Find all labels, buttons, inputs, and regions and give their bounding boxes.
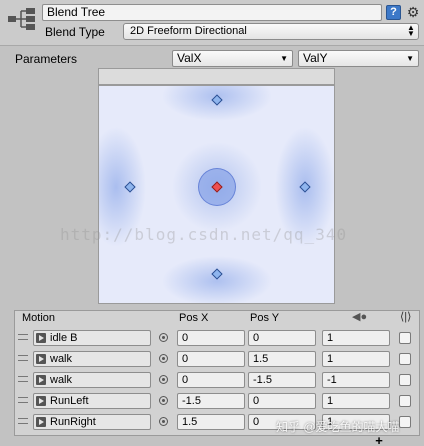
blend-space-graph[interactable] [98, 85, 335, 304]
parameters-label: Parameters [15, 52, 78, 66]
blend-tree-icon [8, 8, 35, 30]
pos-x-column-header: Pos X [179, 312, 209, 324]
drag-handle-icon[interactable] [18, 397, 28, 403]
motion-row: RunLeft -1.5 0 1 [15, 391, 419, 411]
time-scale-field[interactable]: 1 [322, 351, 390, 367]
pos-y-column-header: Pos Y [250, 312, 280, 324]
motion-node-run-right[interactable] [299, 181, 311, 193]
motion-column-header: Motion [22, 312, 56, 324]
y-parameter-value: ValY [303, 51, 328, 65]
time-scale-field[interactable]: -1 [322, 372, 390, 388]
motion-node-walk-forward[interactable] [211, 94, 223, 106]
time-scale-icon[interactable]: ◀● [352, 311, 367, 323]
mirror-checkbox[interactable] [399, 395, 411, 407]
blend-tree-name-field[interactable]: Blend Tree [42, 4, 382, 21]
pos-y-field[interactable]: 0 [248, 414, 316, 430]
pos-x-field[interactable]: 0 [177, 351, 245, 367]
mirror-checkbox[interactable] [399, 332, 411, 344]
gear-icon[interactable]: ⚙ [404, 3, 422, 21]
pos-y-field[interactable]: 1.5 [248, 351, 316, 367]
object-picker-icon[interactable] [159, 417, 168, 426]
object-picker-icon[interactable] [159, 354, 168, 363]
animation-clip-icon [36, 417, 46, 427]
drag-handle-icon[interactable] [18, 334, 28, 340]
motion-clip-field[interactable]: RunLeft [33, 393, 151, 409]
x-parameter-dropdown[interactable]: ValX ▼ [172, 50, 293, 67]
motion-clip-name: walk [50, 353, 73, 365]
blend-type-value: 2D Freeform Directional [130, 25, 247, 37]
animation-clip-icon [36, 333, 46, 343]
add-motion-button[interactable]: + [371, 434, 387, 446]
help-icon[interactable]: ? [386, 5, 401, 20]
chevron-down-icon: ▼ [280, 54, 288, 63]
animation-clip-icon [36, 375, 46, 385]
motion-clip-field[interactable]: walk [33, 372, 151, 388]
dropdown-arrows-icon: ▲ ▼ [407, 23, 415, 38]
animation-clip-icon [36, 396, 46, 406]
motion-clip-name: RunRight [50, 416, 96, 428]
motion-node-run-left[interactable] [124, 181, 136, 193]
pos-y-field[interactable]: -1.5 [248, 372, 316, 388]
time-scale-field[interactable]: 1 [322, 393, 390, 409]
motion-row: walk 0 1.5 1 [15, 349, 419, 369]
x-parameter-value: ValX [177, 51, 202, 65]
motion-clip-field[interactable]: idle B [33, 330, 151, 346]
pos-x-field[interactable]: -1.5 [177, 393, 245, 409]
animation-clip-icon [36, 354, 46, 364]
time-scale-field[interactable]: 1 [322, 330, 390, 346]
motion-clip-name: idle B [50, 332, 78, 344]
motion-row: idle B 0 0 1 [15, 328, 419, 348]
mirror-checkbox[interactable] [399, 374, 411, 386]
mirror-checkbox[interactable] [399, 416, 411, 428]
object-picker-icon[interactable] [159, 333, 168, 342]
drag-handle-icon[interactable] [18, 355, 28, 361]
motion-clip-field[interactable]: walk [33, 351, 151, 367]
chevron-down-icon: ▼ [406, 54, 414, 63]
pos-y-field[interactable]: 0 [248, 330, 316, 346]
motion-row: RunRight 1.5 0 1 [15, 412, 419, 432]
pos-y-field[interactable]: 0 [248, 393, 316, 409]
y-parameter-dropdown[interactable]: ValY ▼ [298, 50, 419, 67]
motion-clip-name: RunLeft [50, 395, 89, 407]
blend-type-dropdown[interactable]: 2D Freeform Directional ▲ ▼ [123, 23, 419, 40]
object-picker-icon[interactable] [159, 396, 168, 405]
motion-clip-field[interactable]: RunRight [33, 414, 151, 430]
time-scale-field[interactable]: 1 [322, 414, 390, 430]
blend-space-toolbar [98, 68, 335, 85]
motion-clip-name: walk [50, 374, 73, 386]
mirror-icon: ⟨|⟩ [400, 311, 412, 323]
mirror-checkbox[interactable] [399, 353, 411, 365]
motion-row: walk 0 -1.5 -1 [15, 370, 419, 390]
pos-x-field[interactable]: 0 [177, 372, 245, 388]
pos-x-field[interactable]: 1.5 [177, 414, 245, 430]
blend-type-label: Blend Type [45, 25, 105, 39]
pos-x-field[interactable]: 0 [177, 330, 245, 346]
drag-handle-icon[interactable] [18, 418, 28, 424]
drag-handle-icon[interactable] [18, 376, 28, 382]
motion-node-walk-backward[interactable] [211, 268, 223, 280]
object-picker-icon[interactable] [159, 375, 168, 384]
